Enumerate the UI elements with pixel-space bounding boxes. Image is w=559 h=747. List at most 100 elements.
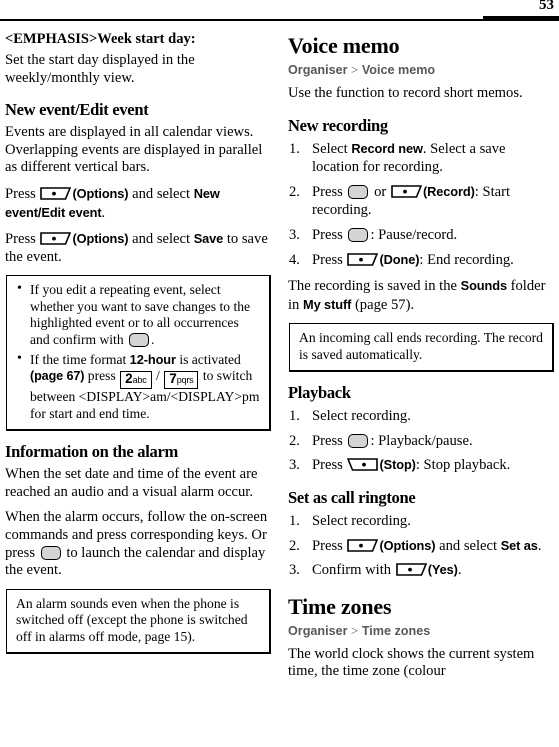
done-softkey-label: (Done) xyxy=(379,251,420,267)
ringtone-step2-press-label: Press xyxy=(312,537,343,554)
and-select-text-1: and select xyxy=(132,185,191,202)
list-item: If you edit a repeating event, select wh… xyxy=(16,281,261,348)
list-item: Press : Playback/pause. xyxy=(288,432,554,451)
calendar-note-box: If you edit a repeating event, select wh… xyxy=(6,275,271,432)
alarm-note-box: An alarm sounds even when the phone is s… xyxy=(6,588,271,654)
ringtone-step1-text: Select recording. xyxy=(312,512,411,529)
list-item: Press (Done): End recording. xyxy=(288,251,554,270)
step2-or-label: or xyxy=(374,183,387,200)
breadcrumb-item-time-zones: Time zones xyxy=(361,623,431,638)
playback-heading: Playback xyxy=(288,383,351,403)
press-label-1: Press xyxy=(5,185,36,202)
key-separator-slash: / xyxy=(156,368,160,384)
folder-my-stuff: My stuff xyxy=(303,296,352,312)
step1-select-label: Select xyxy=(312,140,348,157)
playback-step2-press-label: Press xyxy=(312,432,343,449)
incoming-call-note-text: An incoming call ends recording. The rec… xyxy=(299,330,543,362)
menu-item-record-new: Record new xyxy=(351,140,423,156)
playback-step3-tail: : Stop playback. xyxy=(415,457,511,474)
recording-saved-paragraph: The recording is saved in the Sounds fol… xyxy=(288,277,554,314)
center-select-key-icon[interactable] xyxy=(348,184,369,199)
menu-item-set-as: Set as xyxy=(500,537,538,553)
left-softkey-icon[interactable] xyxy=(347,252,379,266)
left-softkey-icon[interactable] xyxy=(347,538,379,552)
step4-tail: : End recording. xyxy=(419,251,514,268)
list-item: Press (Options) and select Set as. xyxy=(288,537,554,556)
breadcrumb: Organiser > Time zones xyxy=(288,623,554,639)
press-label-3: press xyxy=(87,368,116,384)
record-softkey-label: (Record) xyxy=(422,183,475,199)
stop-softkey-label: (Stop) xyxy=(379,457,416,473)
playback-step3-press-label: Press xyxy=(312,457,343,474)
playback-step1-text: Select recording. xyxy=(312,408,411,425)
recording-saved-pre: The recording is saved in the xyxy=(288,278,457,295)
set-as-call-ringtone-heading: Set as call ringtone xyxy=(288,487,416,507)
page-reference-67: (page 67) xyxy=(30,369,85,384)
alarm-paragraph-1: When the set date and time of the event … xyxy=(5,466,258,500)
left-softkey-icon[interactable] xyxy=(395,563,427,576)
left-softkey-icon[interactable] xyxy=(40,187,72,200)
menu-item-save: Save xyxy=(193,231,224,247)
ringtone-step2-tail: . xyxy=(537,537,542,554)
center-select-key-icon[interactable] xyxy=(348,433,369,448)
playback-step2-tail: : Playback/pause. xyxy=(370,432,473,449)
ringtone-step-list: Select recording. Press (Options) and se… xyxy=(288,512,554,580)
press-options-new-event-instruction: Press (Options) and select New event/Edi… xyxy=(5,185,271,222)
recording-saved-page-ref: (page 57). xyxy=(354,296,415,313)
breadcrumb-item-organiser-2: Organiser xyxy=(288,623,348,638)
keypad-7-icon[interactable]: 7pqrs xyxy=(164,371,199,390)
options-softkey-label-1: (Options) xyxy=(72,185,129,201)
note-bullet-list: If you edit a repeating event, select wh… xyxy=(16,281,261,422)
step3-press-label: Press xyxy=(312,226,343,243)
keypad-2-icon[interactable]: 2abc xyxy=(120,371,152,390)
new-recording-step-list: Select Record new. Select a save locatio… xyxy=(288,140,554,270)
breadcrumb-item-organiser: Organiser xyxy=(288,63,348,77)
time-zones-description: The world clock shows the current system… xyxy=(288,645,535,680)
center-select-key-icon[interactable] xyxy=(40,545,61,560)
left-column: <EMPHASIS>Week start day: Set the start … xyxy=(5,30,271,681)
incoming-call-note-box: An incoming call ends recording. The rec… xyxy=(289,323,554,373)
alarm-info-heading: Information on the alarm xyxy=(5,442,178,462)
header-rule xyxy=(0,19,559,21)
ringtone-step2-mid: and select xyxy=(439,537,498,554)
keypad-7-letters: pqrs xyxy=(176,375,194,386)
two-column-body: <EMPHASIS>Week start day: Set the start … xyxy=(0,24,559,681)
list-item: Select recording. xyxy=(288,512,554,531)
keypad-7-digit: 7 xyxy=(169,371,177,387)
list-item: Select recording. xyxy=(288,407,554,426)
center-select-key-icon[interactable] xyxy=(348,227,369,242)
playback-step-list: Select recording. Press : Playback/pause… xyxy=(288,407,554,475)
right-column: Voice memo Organiser > Voice memo Use th… xyxy=(288,30,554,681)
ringtone-step3-tail: . xyxy=(457,562,462,579)
time-format-text-1: If the time format xyxy=(30,351,127,367)
step4-press-label: Press xyxy=(312,251,343,268)
page-header: 53 xyxy=(0,0,559,24)
breadcrumb: Organiser > Voice memo xyxy=(288,62,554,78)
step3-tail: : Pause/record. xyxy=(370,226,458,243)
keypad-2-digit: 2 xyxy=(125,371,133,387)
list-item: Press or (Record): Start recording. xyxy=(288,183,554,220)
breadcrumb-separator-2: > xyxy=(351,622,359,638)
page-title: Voice memo xyxy=(288,33,400,58)
week-start-day-description: Set the start day displayed in the weekl… xyxy=(5,52,195,86)
breadcrumb-item-voice-memo: Voice memo xyxy=(361,63,436,77)
center-select-key-icon[interactable] xyxy=(129,332,150,347)
breadcrumb-separator: > xyxy=(351,62,359,77)
options-softkey-label-3: (Options) xyxy=(379,537,436,553)
list-item: If the time format 12-hour is activated … xyxy=(16,351,261,422)
ringtone-step3-confirm-label: Confirm with xyxy=(312,562,392,579)
right-softkey-icon[interactable] xyxy=(347,458,379,472)
and-select-text-2: and select xyxy=(132,231,191,248)
press-options-save-instruction: Press (Options) and select Save to save … xyxy=(5,230,271,266)
alarm-paragraph-2: When the alarm occurs, follow the on-scr… xyxy=(5,509,271,579)
keypad-2-letters: abc xyxy=(132,375,147,386)
voice-memo-description: Use the function to record short memos. xyxy=(288,85,523,101)
left-softkey-icon[interactable] xyxy=(391,184,422,198)
list-item: Confirm with (Yes). xyxy=(288,561,554,580)
new-event-heading: New event/Edit event xyxy=(5,100,149,120)
left-softkey-icon[interactable] xyxy=(40,232,72,245)
list-item: Press : Pause/record. xyxy=(288,226,554,245)
new-recording-heading: New recording xyxy=(288,115,388,135)
options-softkey-label-2: (Options) xyxy=(72,231,129,247)
time-format-12-hour-value: 12-hour xyxy=(129,351,176,367)
